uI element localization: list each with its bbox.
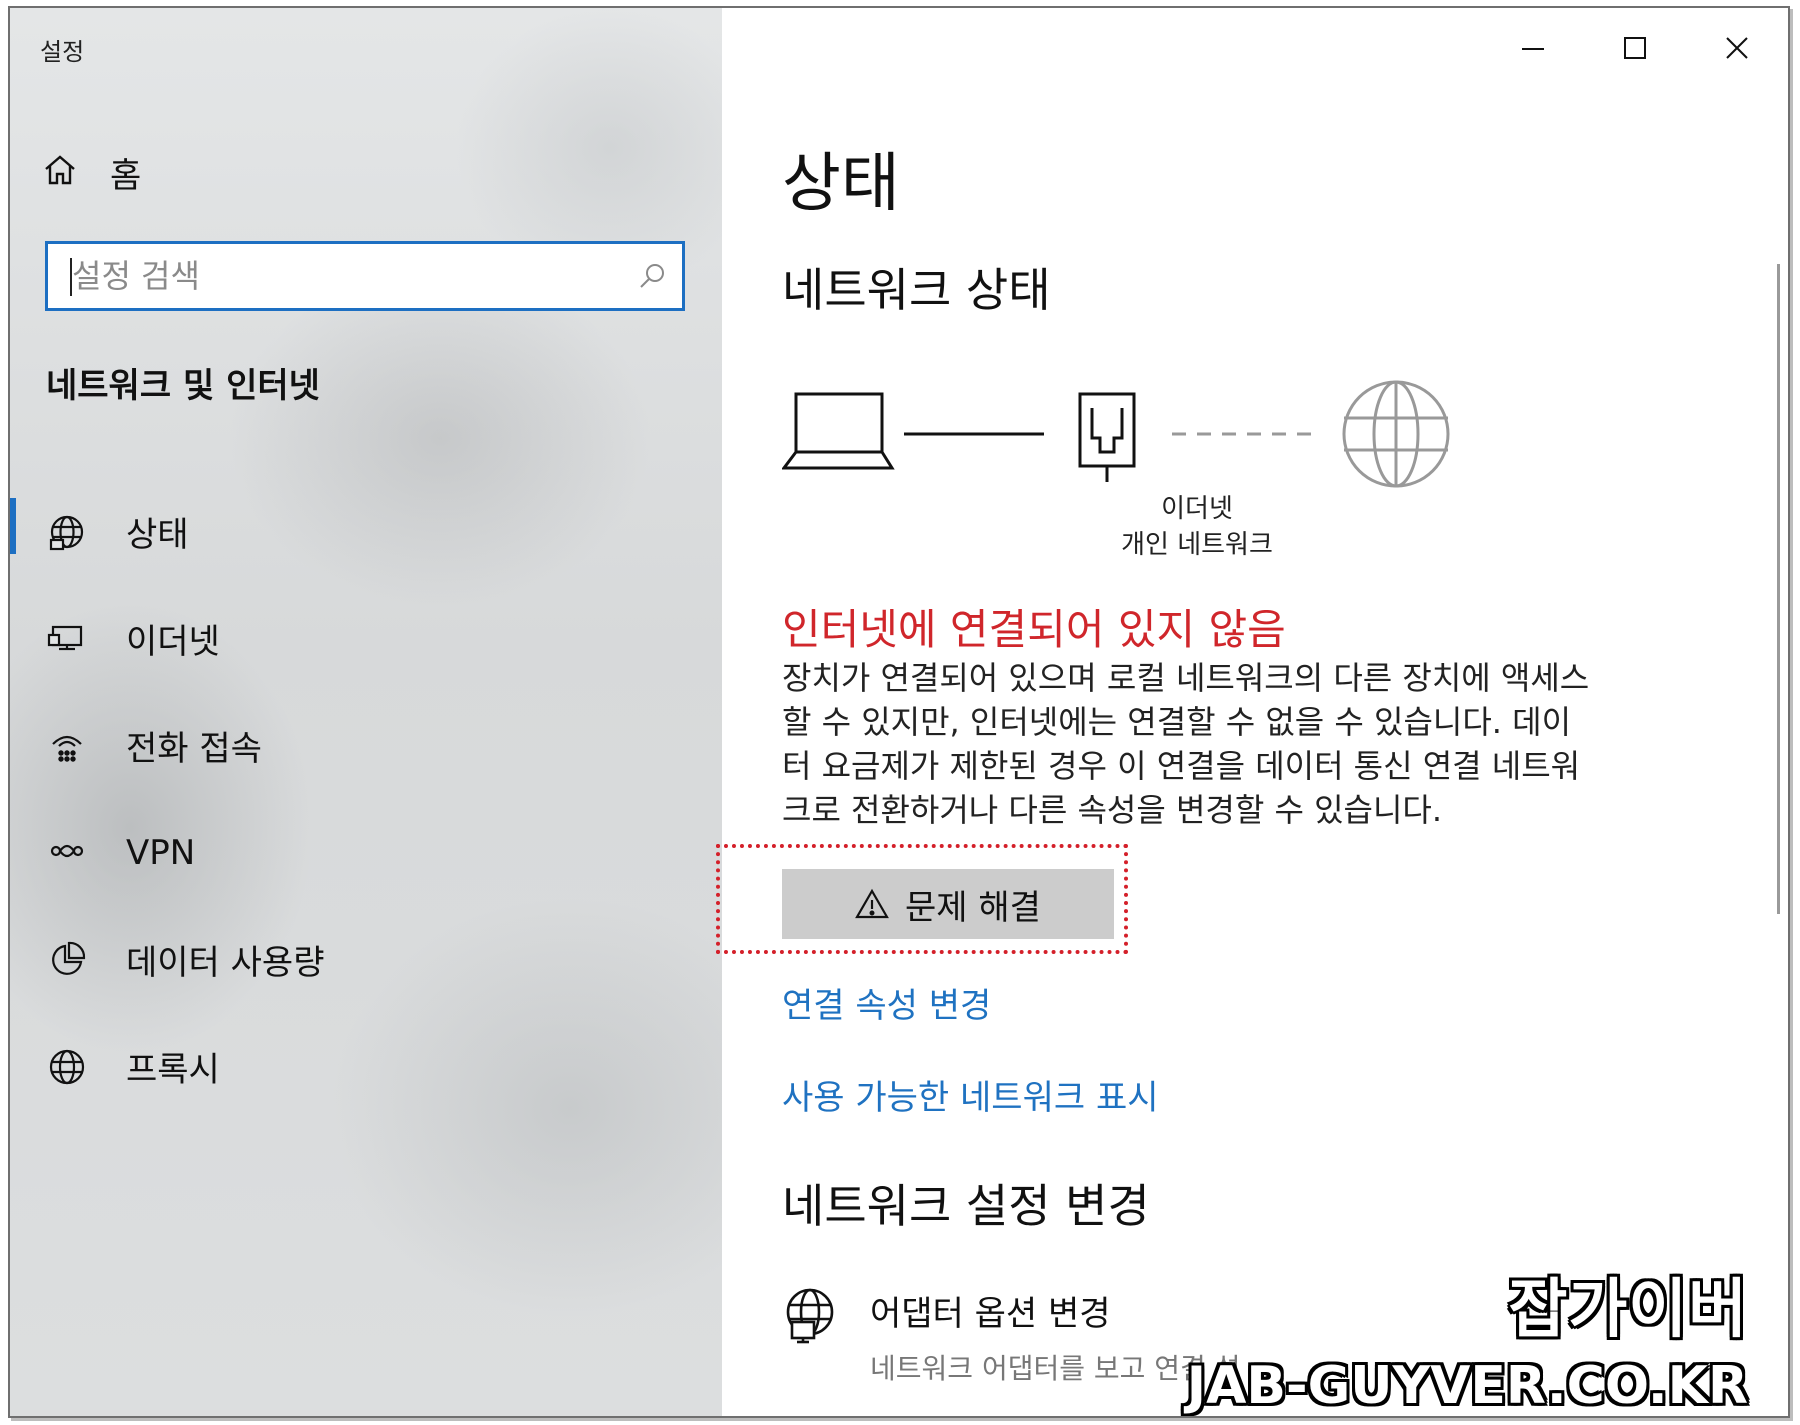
home-button[interactable]: 홈 (42, 148, 642, 196)
ethernet-icon (44, 616, 90, 662)
adapter-options-item[interactable]: 어댑터 옵션 변경 네트워크 어댑터를 보고 연결 설 (782, 1286, 1240, 1387)
description-line: 장치가 연결되어 있으며 로컬 네트워크의 다른 장치에 액세스 (782, 659, 1590, 697)
sidebar: 설정 홈 네트워크 및 인터넷 (10, 8, 722, 1416)
main-content: 상태 네트워크 상태 이더넷 개인 네트워크 인터넷에 연결되어 있지 않음 장… (716, 8, 1788, 1416)
dial-up-icon (44, 723, 90, 769)
scrollbar[interactable] (1777, 264, 1780, 914)
sidebar-item-vpn[interactable]: VPN (10, 799, 722, 906)
page-title: 상태 (782, 147, 900, 221)
description-line: 터 요금제가 제한된 경우 이 연결을 데이터 통신 연결 네트워 (782, 747, 1581, 785)
adapter-name-label: 이더넷 (1161, 494, 1233, 524)
minimize-icon (1522, 48, 1544, 50)
warning-icon (855, 888, 889, 919)
connection-status-message: 인터넷에 연결되어 있지 않음 (782, 605, 1286, 654)
internet-globe-icon (1342, 380, 1450, 488)
text-cursor (70, 258, 72, 296)
close-button[interactable] (1686, 8, 1788, 88)
sidebar-nav: 상태 이더넷 전화 접속 VPN 데이터 사용량 프록시 (10, 478, 722, 1120)
search-input[interactable] (48, 245, 622, 307)
description-line: 할 수 있지만, 인터넷에는 연결할 수 없을 수 있습니다. 데이 (782, 703, 1572, 741)
data-usage-icon (44, 937, 90, 983)
minimize-button[interactable] (1482, 8, 1584, 88)
sidebar-item-label: 프록시 (126, 1050, 220, 1090)
watermark-korean: 잡가이버 (1508, 1273, 1748, 1347)
vpn-icon (44, 830, 90, 876)
show-available-networks-link[interactable]: 사용 가능한 네트워크 표시 (782, 1070, 1159, 1119)
sidebar-item-proxy[interactable]: 프록시 (10, 1013, 722, 1120)
network-status-heading: 네트워크 상태 (782, 263, 1051, 317)
laptop-icon (782, 392, 895, 470)
adapter-options-title: 어댑터 옵션 변경 (870, 1294, 1111, 1334)
home-icon (42, 152, 78, 192)
sidebar-item-label: 상태 (126, 515, 189, 555)
troubleshoot-button[interactable]: 문제 해결 (782, 869, 1114, 939)
change-network-settings-heading: 네트워크 설정 변경 (782, 1179, 1150, 1233)
close-icon (1726, 37, 1748, 59)
network-diagram: 이더넷 개인 네트워크 (782, 378, 1482, 568)
sidebar-item-label: VPN (126, 832, 196, 873)
settings-window: 설정 홈 네트워크 및 인터넷 (8, 6, 1790, 1418)
search-box[interactable] (45, 241, 685, 311)
sidebar-section-title: 네트워크 및 인터넷 (46, 366, 320, 406)
ethernet-port-icon (1078, 392, 1136, 482)
troubleshoot-label: 문제 해결 (905, 887, 1041, 928)
sidebar-item-label: 전화 접속 (126, 729, 262, 769)
app-title: 설정 (40, 38, 85, 66)
window-controls (1482, 8, 1788, 88)
sidebar-item-data-usage[interactable]: 데이터 사용량 (10, 906, 722, 1013)
sidebar-item-label: 이더넷 (126, 622, 220, 662)
globe-status-icon (44, 509, 90, 555)
network-type-label: 개인 네트워크 (1121, 530, 1273, 560)
search-icon[interactable] (622, 261, 682, 291)
watermark: 잡가이버 JAB-GUYVER.CO.KR (1187, 1258, 1748, 1416)
adapter-options-subtitle: 네트워크 어댑터를 보고 연결 설 (870, 1352, 1241, 1385)
description-line: 크로 전환하거나 다른 속성을 변경할 수 있습니다. (782, 791, 1443, 829)
sidebar-item-dial-up[interactable]: 전화 접속 (10, 692, 722, 799)
maximize-button[interactable] (1584, 8, 1686, 88)
status-description: 장치가 연결되어 있으며 로컬 네트워크의 다른 장치에 액세스 할 수 있지만… (782, 656, 1732, 832)
maximize-icon (1624, 37, 1646, 59)
sidebar-item-status[interactable]: 상태 (10, 478, 722, 585)
sidebar-item-label: 데이터 사용량 (126, 943, 325, 983)
watermark-domain: JAB-GUYVER.CO.KR (1186, 1356, 1748, 1416)
change-connection-properties-link[interactable]: 연결 속성 변경 (782, 978, 991, 1027)
adapter-globe-icon (782, 1286, 838, 1387)
sidebar-item-ethernet[interactable]: 이더넷 (10, 585, 722, 692)
home-label: 홈 (110, 155, 142, 196)
globe-icon (44, 1044, 90, 1090)
